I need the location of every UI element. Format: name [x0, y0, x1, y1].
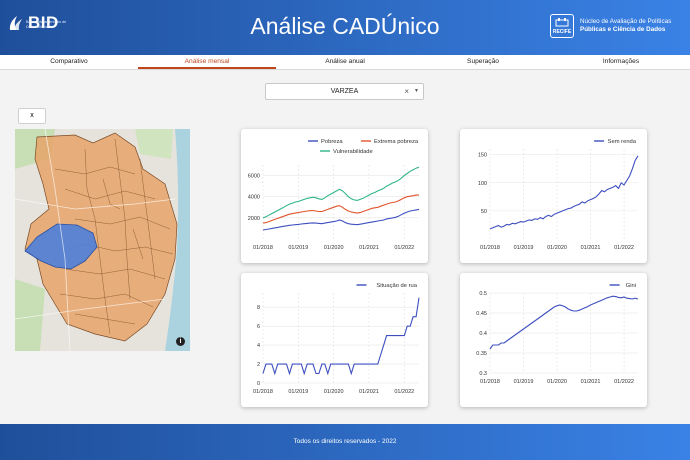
x-tick-label: 01/2020 [324, 389, 344, 395]
y-tick-label: 2000 [248, 216, 260, 222]
gini-line-chart[interactable]: 0.3 0.35 0.4 0.45 0.5 01/2018 01/2019 01/2020 01… [460, 273, 647, 407]
page-footer: Todos os direitos reservados - 2022 [0, 424, 690, 460]
x-tick-label: 01/2019 [288, 389, 308, 395]
legend-label: Extrema pobreza [374, 139, 419, 145]
x-tick-label: 01/2021 [359, 245, 379, 251]
y-tick-label: 50 [481, 209, 487, 215]
y-tick-label: 8 [257, 305, 260, 311]
x-tick-label: 01/2018 [480, 245, 500, 251]
x-tick-label: 01/2021 [581, 245, 601, 251]
gini-chart-card: 0.3 0.35 0.4 0.45 0.5 01/2018 01/2019 01/2020 01… [460, 273, 647, 407]
select-value: VARZEA [330, 88, 359, 95]
x-tick-label: 01/2020 [547, 379, 567, 385]
x-tick-label: 01/2018 [253, 389, 273, 395]
sem-renda-chart-card: 50 100 150 01/2018 01/2019 01/2020 01/2021 01/2… [460, 129, 647, 263]
tab-bar: Comparativo Análise mensal Análise anual… [0, 55, 690, 70]
legend-label: Sem renda [608, 139, 637, 145]
y-tick-label: 0.35 [476, 351, 487, 357]
x-tick-label: 01/2019 [514, 245, 534, 251]
y-tick-label: 0 [257, 381, 260, 387]
series-line-extrema-pobreza[interactable] [262, 194, 419, 224]
legend-label: Vulnerabilidade [333, 149, 373, 155]
info-icon[interactable]: i [176, 337, 185, 346]
x-tick-label: 01/2021 [359, 389, 379, 395]
chevron-down-icon[interactable]: ▼ [414, 84, 419, 99]
y-tick-label: 0.3 [479, 371, 487, 377]
map-svg[interactable] [15, 129, 190, 351]
x-tick-label: 01/2021 [581, 379, 601, 385]
legend-label: Pobreza [321, 139, 343, 145]
y-tick-label: 150 [478, 153, 487, 159]
y-tick-label: 0.45 [476, 311, 487, 317]
series-line-pobreza[interactable] [262, 208, 420, 231]
legend-label: Gini [626, 283, 636, 289]
tab-informacoes[interactable]: Informações [552, 55, 690, 69]
x-tick-label: 01/2022 [614, 379, 634, 385]
clear-icon[interactable]: × [404, 84, 409, 99]
y-tick-label: 4000 [248, 195, 260, 201]
x-tick-label: 01/2019 [514, 379, 534, 385]
recife-badge-label: RECIFE [552, 29, 572, 35]
tab-superacao[interactable]: Superação [414, 55, 552, 69]
situacao-rua-line-chart[interactable]: 0 2 4 6 8 01/2018 01/2019 01/2020 01/2021 01/2022… [241, 273, 428, 407]
sem-renda-line-chart[interactable]: 50 100 150 01/2018 01/2019 01/2020 01/2021 01/2… [460, 129, 647, 263]
y-tick-label: 6000 [248, 174, 260, 180]
tab-comparativo[interactable]: Comparativo [0, 55, 138, 69]
legend-label: Situação de rua [376, 283, 417, 289]
nucleo-line-2: Públicas e Ciência de Dados [580, 26, 666, 33]
x-tick-label: 01/2018 [480, 379, 500, 385]
nucleo-line-1: Núcleo de Avaliação de Políticas [580, 18, 672, 25]
series-line-sem-renda[interactable] [489, 155, 639, 230]
x-tick-label: 01/2018 [253, 245, 273, 251]
x-tick-label: 01/2022 [394, 245, 414, 251]
city-shield-icon [555, 18, 569, 27]
x-tick-label: 01/2020 [324, 245, 344, 251]
tab-analise-mensal[interactable]: Análise mensal [138, 55, 276, 69]
neighborhood-select[interactable]: VARZEA × ▼ [265, 83, 424, 100]
app-header: BID Banco Interamericano de Desenvolvime… [0, 0, 690, 55]
nucleo-logo: RECIFE Núcleo de Avaliação de Políticas … [550, 14, 680, 38]
y-tick-label: 2 [257, 362, 260, 368]
x-tick-label: 01/2022 [394, 389, 414, 395]
footer-text: Todos os direitos reservados - 2022 [293, 438, 397, 445]
situacao-rua-chart-card: 0 2 4 6 8 01/2018 01/2019 01/2020 01/2021 01/2022… [241, 273, 428, 407]
map-panel[interactable]: i [15, 129, 190, 351]
poverty-chart-card: 2000 4000 6000 01/2018 01/2019 01/2020 01/2021… [241, 129, 428, 263]
y-tick-label: 6 [257, 324, 260, 330]
tab-analise-anual[interactable]: Análise anual [276, 55, 414, 69]
x-tick-label: 01/2022 [614, 245, 634, 251]
series-line-gini[interactable] [489, 295, 639, 350]
nucleo-text: Núcleo de Avaliação de Políticas Pública… [580, 18, 680, 34]
y-tick-label: 0.4 [479, 331, 487, 337]
x-tick-label: 01/2019 [288, 245, 308, 251]
poverty-line-chart[interactable]: 2000 4000 6000 01/2018 01/2019 01/2020 01/2021… [241, 129, 428, 263]
recife-badge-icon: RECIFE [550, 14, 574, 38]
map-reset-button[interactable]: x [18, 108, 46, 124]
y-tick-label: 4 [257, 343, 260, 349]
x-tick-label: 01/2020 [547, 245, 567, 251]
series-line-situa-o-de-rua[interactable] [262, 297, 420, 376]
y-tick-label: 0.5 [479, 291, 487, 297]
y-tick-label: 100 [478, 181, 487, 187]
series-line-vulnerabilidade[interactable] [262, 166, 420, 219]
